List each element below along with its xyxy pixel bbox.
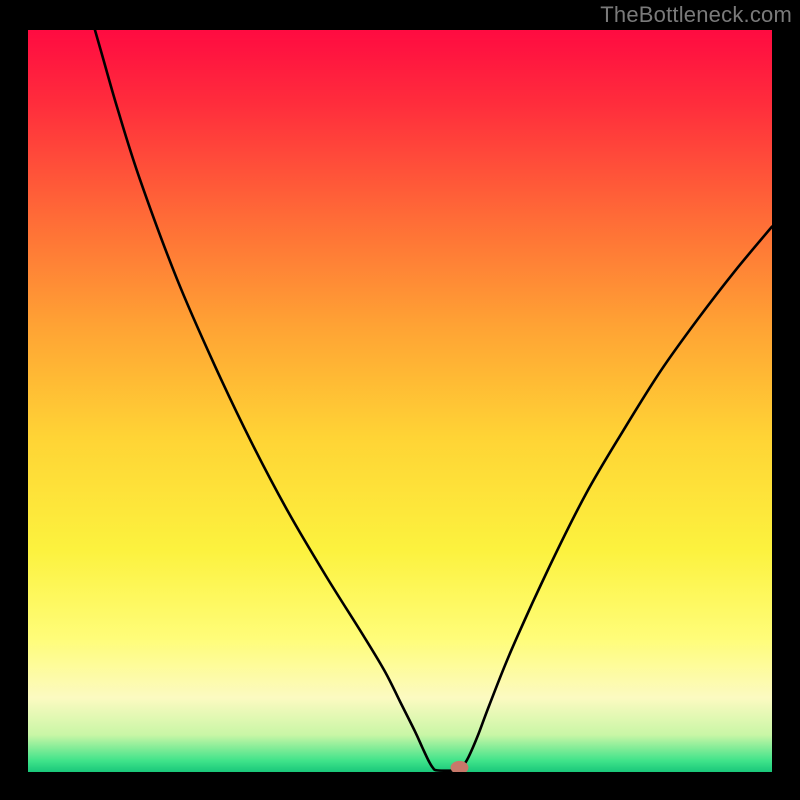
chart-svg xyxy=(28,30,772,772)
chart-frame: TheBottleneck.com xyxy=(0,0,800,800)
chart-plot-area xyxy=(28,30,772,772)
watermark-label: TheBottleneck.com xyxy=(600,2,792,28)
chart-background xyxy=(28,30,772,772)
